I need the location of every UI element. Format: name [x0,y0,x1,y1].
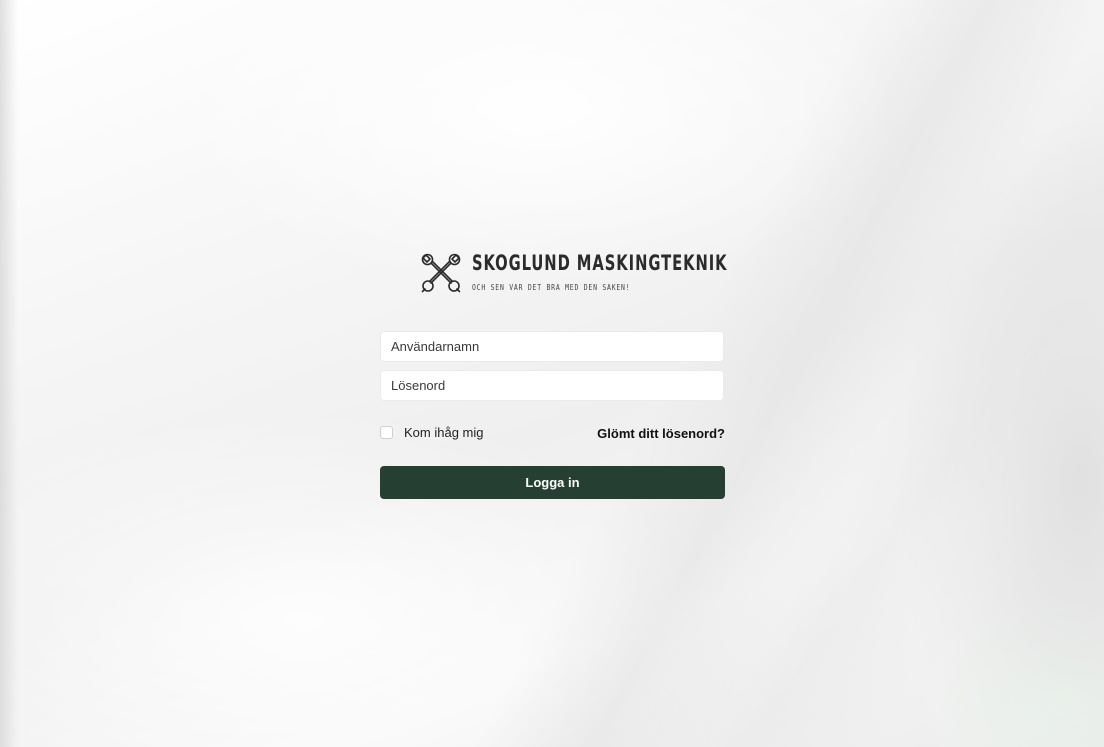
brand-logo: SKOGLUND MASKINGTEKNIK OCH SEN VAR DET B… [420,250,727,296]
password-input[interactable] [381,371,723,400]
remember-me-checkbox[interactable] [380,426,393,439]
username-field-wrapper [380,331,724,362]
remember-me-label: Kom ihåg mig [404,425,484,440]
brand-tagline: OCH SEN VAR DET BRA MED DEN SAKEN! [472,283,631,292]
forgot-password-link[interactable]: Glömt ditt lösenord? [597,426,725,441]
remember-me-option[interactable]: Kom ihåg mig [380,425,483,440]
brand-title: SKOGLUND MASKINGTEKNIK [472,251,728,275]
crossed-wrenches-icon [421,253,461,293]
username-input[interactable] [381,332,723,361]
password-field-wrapper [380,370,724,401]
login-button[interactable]: Logga in [380,466,725,499]
